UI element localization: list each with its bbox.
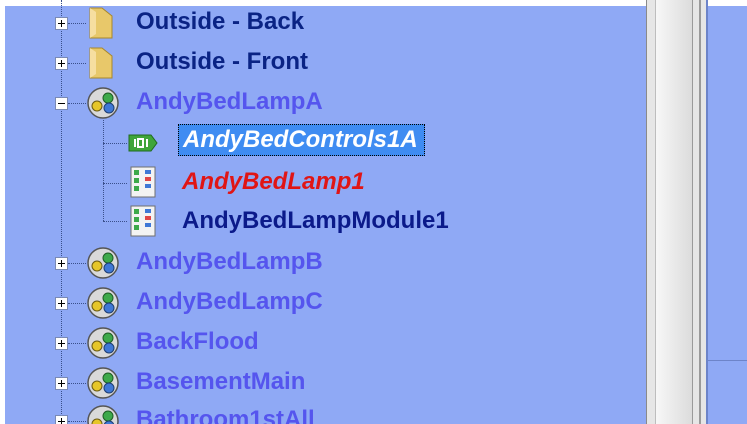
tree-item-label: Outside - Front [136,48,308,75]
device-group-icon [87,327,119,359]
device-group-icon [87,87,119,119]
tree-item-bathroom1stall[interactable]: Bathroom1stAll [0,402,646,424]
detail-panel-divider [706,360,747,361]
tree-item-label: AndyBedLampModule1 [182,207,449,234]
tree-line [68,263,86,265]
tree-item-label: BasementMain [136,368,306,395]
tree-item-backflood[interactable]: BackFlood [0,324,646,362]
tree-item-outside-front[interactable]: Outside - Front [0,44,646,82]
tree-line [68,23,86,25]
tree-item-andybedcontrols1a[interactable]: AndyBedControls1A [0,124,646,162]
expand-toggle[interactable] [55,297,68,310]
tree-line [68,303,86,305]
controller-icon [128,134,158,152]
tree-line [68,421,86,423]
tree-item-label: Bathroom1stAll [136,406,315,424]
tree-item-andybedlampc[interactable]: AndyBedLampC [0,284,646,322]
folder-icon [89,47,113,79]
tree-line [68,103,86,105]
tree-item-label: AndyBedLampC [136,288,323,315]
tree-line [68,383,86,385]
tree-item-outside-back[interactable]: Outside - Back [0,4,646,42]
panel-splitter[interactable] [646,0,706,424]
expand-toggle[interactable] [55,17,68,30]
expand-toggle[interactable] [55,415,68,424]
tree-item-label: AndyBedControls1A [178,124,425,156]
device-group-icon [87,367,119,399]
detail-panel [706,0,747,424]
tree-line [68,63,86,65]
splitter-divider [699,0,701,424]
module-icon [130,166,156,198]
device-group-icon [87,247,119,279]
tree-item-andybedlampmodule1[interactable]: AndyBedLampModule1 [0,203,646,241]
detail-panel-top-edge [706,0,747,6]
tree-item-label: AndyBedLampB [136,248,323,275]
tree-item-andybedlamp1[interactable]: AndyBedLamp1 [0,164,646,202]
tree-item-label: Outside - Back [136,8,305,35]
tree-item-label: AndyBedLamp1 [182,168,365,195]
tree-item-andybedlampa[interactable]: AndyBedLampA [0,84,646,122]
expand-toggle[interactable] [55,57,68,70]
splitter-groove [655,0,693,424]
collapse-toggle[interactable] [55,97,68,110]
folder-icon [89,7,113,39]
expand-toggle[interactable] [55,257,68,270]
expand-toggle[interactable] [55,377,68,390]
expand-toggle[interactable] [55,337,68,350]
module-icon [130,205,156,237]
tree-item-label: AndyBedLampA [136,88,323,115]
tree-item-andybedlampb[interactable]: AndyBedLampB [0,244,646,282]
tree-item-label: BackFlood [136,328,259,355]
tree-item-basementmain[interactable]: BasementMain [0,364,646,402]
device-group-icon [87,287,119,319]
device-tree-panel[interactable]: Outside - Back Outside - Front AndyBedLa… [0,0,646,424]
device-group-icon [87,405,119,424]
tree-line [68,343,86,345]
